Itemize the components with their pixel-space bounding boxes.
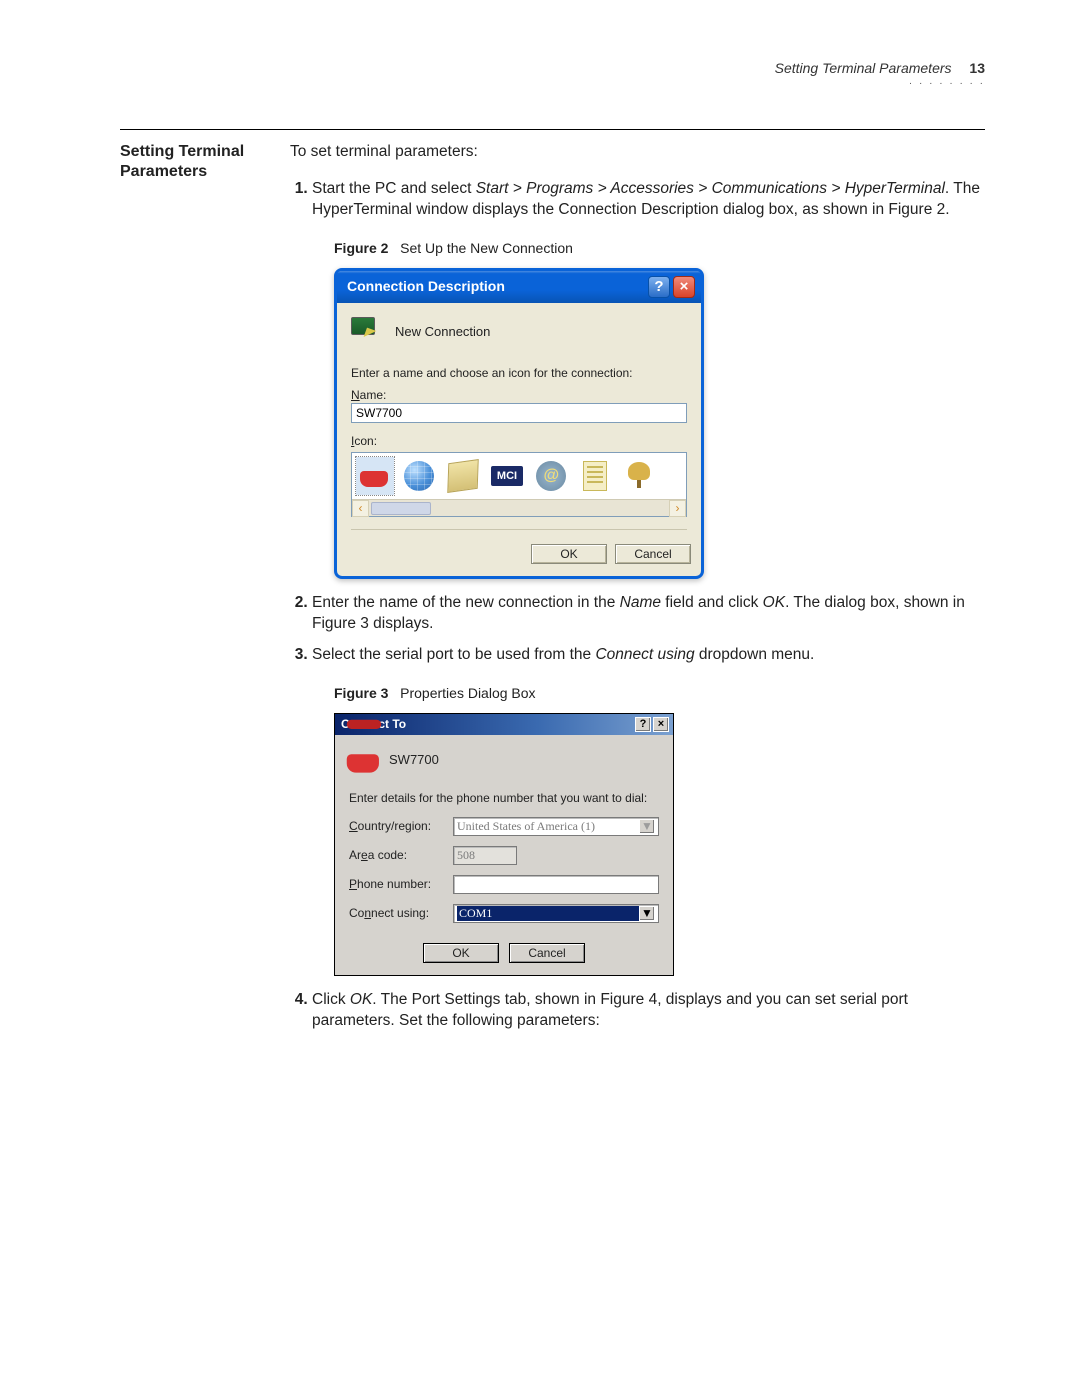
- icon-picker[interactable]: MCI @ ‹: [351, 452, 687, 517]
- step-4: Click OK. The Port Settings tab, shown i…: [312, 990, 985, 1032]
- page-number: 13: [969, 60, 985, 76]
- country-label: Country/region:: [349, 819, 453, 833]
- icon-scrollbar[interactable]: ‹ ›: [352, 499, 686, 516]
- help-button[interactable]: ?: [648, 276, 670, 298]
- close-button[interactable]: ×: [653, 717, 669, 732]
- connection-name: SW7700: [389, 752, 439, 767]
- phone-number-input[interactable]: [453, 875, 659, 894]
- country-select[interactable]: United States of America (1) ▼: [453, 817, 659, 836]
- dialog-titlebar[interactable]: Connect To ? ×: [335, 714, 673, 735]
- icon-option-globe[interactable]: [400, 457, 438, 495]
- scroll-left-icon[interactable]: ‹: [352, 500, 369, 517]
- dropdown-arrow-icon[interactable]: ▼: [639, 906, 655, 921]
- dialog-subtitle: New Connection: [395, 323, 490, 341]
- icon-option-bell[interactable]: [620, 457, 658, 495]
- new-connection-icon: [351, 317, 385, 347]
- icon-option-phone[interactable]: [356, 457, 394, 495]
- connection-icon: [347, 745, 382, 775]
- connect-using-select[interactable]: COM1 ▼: [453, 904, 659, 923]
- step-1: Start the PC and select Start > Programs…: [312, 179, 985, 579]
- section-rule: [120, 129, 985, 130]
- header-dots-decoration: · · · · · · · ·: [120, 78, 985, 89]
- help-button[interactable]: ?: [635, 717, 651, 732]
- step-2: Enter the name of the new connection in …: [312, 593, 985, 635]
- name-input[interactable]: [351, 403, 687, 423]
- close-button[interactable]: ×: [673, 276, 695, 298]
- figure-3-caption: Figure 3 Properties Dialog Box: [334, 684, 985, 703]
- section-heading: Setting Terminal Parameters: [120, 142, 290, 182]
- ok-button[interactable]: OK: [423, 943, 499, 963]
- scroll-right-icon[interactable]: ›: [669, 500, 686, 517]
- dialog-instruction: Enter details for the phone number that …: [349, 791, 659, 805]
- dialog-instruction: Enter a name and choose an icon for the …: [351, 365, 687, 381]
- connect-to-dialog: Connect To ? × SW7700: [334, 713, 674, 976]
- dialog-separator: [351, 529, 687, 530]
- running-header: Setting Terminal Parameters 13: [120, 60, 985, 76]
- area-code-input[interactable]: 508: [453, 846, 517, 865]
- name-label: Name:: [351, 387, 687, 403]
- icon-option-at[interactable]: @: [532, 457, 570, 495]
- section-intro: To set terminal parameters:: [290, 142, 985, 163]
- connection-description-dialog: Connection Description ? ×: [334, 268, 704, 580]
- phone-number-label: Phone number:: [349, 877, 453, 891]
- dropdown-arrow-icon: ▼: [639, 819, 655, 834]
- dialog-title: Connection Description: [347, 277, 505, 296]
- steps-list: Start the PC and select Start > Programs…: [290, 179, 985, 1032]
- icon-option-scroll[interactable]: [444, 457, 482, 495]
- dialog-titlebar[interactable]: Connection Description ? ×: [337, 271, 701, 303]
- area-code-label: Area code:: [349, 848, 453, 862]
- connect-using-label: Connect using:: [349, 906, 453, 920]
- icon-option-mci[interactable]: MCI: [488, 457, 526, 495]
- scroll-thumb[interactable]: [371, 502, 431, 515]
- menu-path-text: Start > Programs > Accessories > Communi…: [476, 180, 945, 197]
- step-3: Select the serial port to be used from t…: [312, 645, 985, 976]
- ok-button[interactable]: OK: [531, 544, 607, 564]
- icon-option-document[interactable]: [576, 457, 614, 495]
- icon-label: Icon:: [351, 433, 687, 449]
- cancel-button[interactable]: Cancel: [615, 544, 691, 564]
- figure-2-caption: Figure 2 Set Up the New Connection: [334, 239, 985, 258]
- cancel-button[interactable]: Cancel: [509, 943, 585, 963]
- running-title: Setting Terminal Parameters: [775, 60, 952, 76]
